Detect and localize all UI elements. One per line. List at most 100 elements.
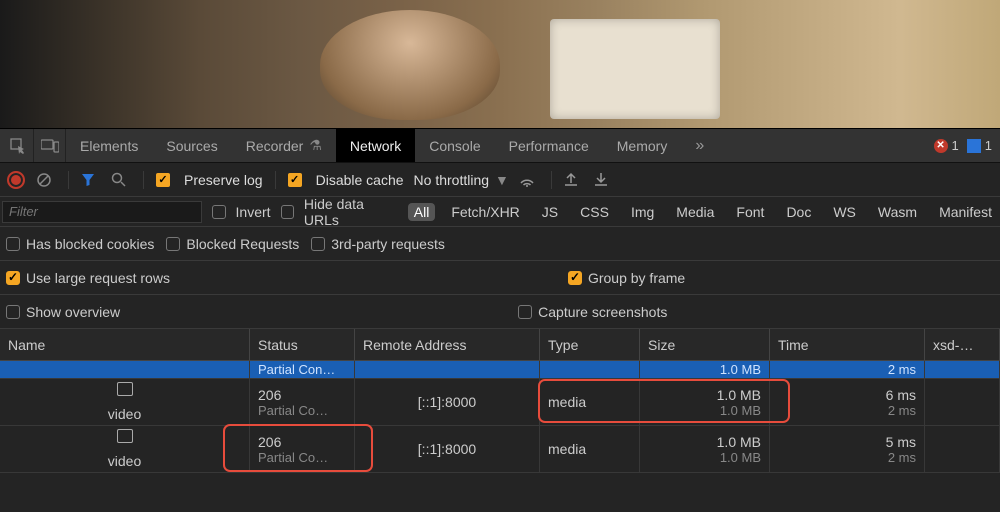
tab-label: Sources — [166, 138, 217, 154]
has-blocked-checkbox[interactable] — [6, 237, 20, 251]
network-conditions-icon[interactable] — [519, 173, 539, 187]
blocked-req-label: Blocked Requests — [186, 236, 299, 252]
row-name: video — [108, 453, 141, 469]
filter-input[interactable] — [2, 201, 202, 223]
record-button[interactable] — [6, 171, 26, 189]
tab-recorder[interactable]: Recorder ⚗ — [232, 129, 336, 162]
size-sub: 1.0 MB — [720, 403, 761, 418]
col-type[interactable]: Type — [540, 329, 640, 360]
size-sub: 1.0 MB — [720, 450, 761, 465]
error-count: 1 — [952, 138, 959, 153]
tab-network[interactable]: Network — [336, 129, 415, 162]
flask-icon: ⚗ — [309, 137, 322, 154]
table-row[interactable]: video 206Partial Co… [::1]:8000 media 1.… — [0, 426, 1000, 473]
invert-checkbox[interactable] — [212, 205, 225, 219]
type-manifest[interactable]: Manifest — [933, 203, 998, 221]
capture-checkbox[interactable] — [518, 305, 532, 319]
tab-performance[interactable]: Performance — [495, 129, 603, 162]
tab-memory[interactable]: Memory — [603, 129, 682, 162]
message-icon — [967, 139, 981, 153]
time-sub: 2 ms — [888, 450, 916, 465]
col-time[interactable]: Time — [770, 329, 925, 360]
file-icon — [117, 429, 133, 443]
capture-label: Capture screenshots — [538, 304, 667, 320]
tab-label: Memory — [617, 138, 668, 154]
col-extra[interactable]: xsd-… — [925, 329, 1000, 360]
tab-elements[interactable]: Elements — [66, 129, 152, 162]
inspect-icon[interactable] — [2, 129, 34, 162]
status-sub: Partial Con… — [258, 362, 346, 377]
type-js[interactable]: JS — [536, 203, 564, 221]
type-font[interactable]: Font — [730, 203, 770, 221]
group-frame-checkbox[interactable] — [568, 271, 582, 285]
search-icon[interactable] — [111, 172, 131, 187]
download-har-icon[interactable] — [594, 172, 614, 187]
tab-sources[interactable]: Sources — [152, 129, 231, 162]
table-header: Name Status Remote Address Type Size Tim… — [0, 329, 1000, 361]
preserve-log-checkbox[interactable]: ✓ — [156, 173, 170, 187]
filter-bar: Invert Hide data URLs All Fetch/XHR JS C… — [0, 197, 1000, 227]
type-all[interactable]: All — [408, 203, 436, 221]
invert-label: Invert — [236, 204, 271, 220]
hide-urls-checkbox[interactable] — [281, 205, 294, 219]
options-row-1: Has blocked cookies Blocked Requests 3rd… — [0, 227, 1000, 261]
row-size: 1.0 MB — [717, 434, 761, 450]
large-rows-checkbox[interactable] — [6, 271, 20, 285]
table-row[interactable]: video 206Partial Co… [::1]:8000 media 1.… — [0, 379, 1000, 426]
chevrons-icon — [695, 137, 704, 155]
tab-console[interactable]: Console — [415, 129, 494, 162]
disable-cache-checkbox[interactable]: ✓ — [288, 173, 302, 187]
type-doc[interactable]: Doc — [780, 203, 817, 221]
options-row-3: Show overview Capture screenshots — [0, 295, 1000, 329]
time-sub: 2 ms — [888, 403, 916, 418]
error-badge[interactable]: ✕1 — [934, 138, 959, 153]
col-size[interactable]: Size — [640, 329, 770, 360]
status-code: 206 — [258, 387, 346, 403]
caret-down-icon: ▼ — [495, 172, 509, 188]
filter-toggle-icon[interactable] — [81, 173, 101, 187]
device-toggle-icon[interactable] — [34, 129, 66, 162]
tab-label: Recorder — [246, 138, 304, 154]
third-party-checkbox[interactable] — [311, 237, 325, 251]
third-party-label: 3rd-party requests — [331, 236, 445, 252]
video-preview — [0, 0, 1000, 129]
group-frame-label: Group by frame — [588, 270, 685, 286]
file-icon — [117, 382, 133, 396]
has-blocked-label: Has blocked cookies — [26, 236, 154, 252]
options-row-2: Use large request rows Group by frame — [0, 261, 1000, 295]
row-type: media — [548, 441, 631, 457]
error-icon: ✕ — [934, 139, 948, 153]
row-size: 1.0 MB — [717, 387, 761, 403]
message-badge[interactable]: 1 — [967, 138, 992, 153]
row-type: media — [548, 394, 631, 410]
show-overview-label: Show overview — [26, 304, 120, 320]
type-css[interactable]: CSS — [574, 203, 615, 221]
blocked-req-checkbox[interactable] — [166, 237, 180, 251]
type-img[interactable]: Img — [625, 203, 660, 221]
preserve-log-label: Preserve log — [184, 172, 263, 188]
throttling-value: No throttling — [414, 172, 489, 188]
upload-har-icon[interactable] — [564, 172, 584, 187]
hide-urls-label: Hide data URLs — [304, 196, 398, 228]
show-overview-checkbox[interactable] — [6, 305, 20, 319]
throttling-select[interactable]: No throttling ▼ — [414, 172, 509, 188]
message-count: 1 — [985, 138, 992, 153]
row-time: 6 ms — [886, 387, 916, 403]
remote-addr: [::1]:8000 — [418, 394, 476, 410]
network-toolbar: ✓Preserve log ✓Disable cache No throttli… — [0, 163, 1000, 197]
table-row[interactable]: Partial Con… 1.0 MB 2 ms — [0, 361, 1000, 379]
col-status[interactable]: Status — [250, 329, 355, 360]
row-name: video — [108, 406, 141, 422]
type-fetch[interactable]: Fetch/XHR — [445, 203, 525, 221]
col-name[interactable]: Name — [0, 329, 250, 360]
size-sub: 1.0 MB — [720, 362, 761, 377]
type-ws[interactable]: WS — [827, 203, 862, 221]
type-wasm[interactable]: Wasm — [872, 203, 923, 221]
tab-label: Elements — [80, 138, 138, 154]
type-media[interactable]: Media — [670, 203, 720, 221]
status-code: 206 — [258, 434, 346, 450]
time-sub: 2 ms — [888, 362, 916, 377]
more-tabs-button[interactable] — [681, 129, 718, 162]
clear-button[interactable] — [36, 172, 56, 188]
col-remote[interactable]: Remote Address — [355, 329, 540, 360]
